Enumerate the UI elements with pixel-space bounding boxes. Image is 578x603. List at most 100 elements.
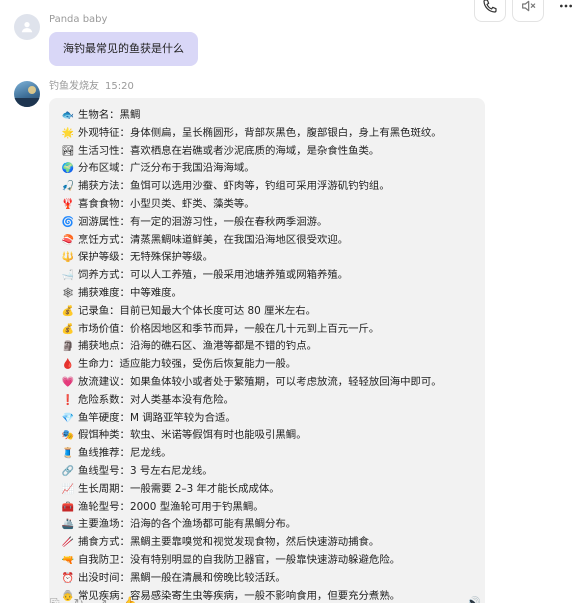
answer-line: 💗 放流建议：如果鱼体较小或者处于繁殖期，可以考虑放流，轻轻放回海中即可。: [61, 374, 475, 392]
line-emoji-icon: 🌟: [61, 127, 75, 139]
refresh-icon[interactable]: ↻: [74, 596, 84, 603]
answer-line: 🔗 鱼线型号：3 号左右尼龙线。: [61, 463, 475, 481]
answer-line: 🛁 饲养方式：可以人工养殖，一般采用池塘养殖或网箱养殖。: [61, 267, 475, 285]
answer-line: 🥢 捕食方式：黑鲷主要靠嗅觉和视觉发现食物，然后快速游动捕食。: [61, 534, 475, 552]
line-text: 生物名：黑鲷: [78, 109, 141, 121]
answer-line: 🔫 自我防卫：没有特别明显的自我防卫器官，一般靠快速游动躲避危险。: [61, 552, 475, 570]
line-emoji-icon: 🐟: [61, 110, 75, 121]
line-text: 假饵种类：软虫、米诺等假饵有时也能吸引黑鲷。: [78, 429, 307, 442]
line-text: 生命力：适应能力较强，受伤后恢复能力一般。: [78, 358, 297, 371]
avatar-sun: [28, 86, 36, 94]
user-message-block: Panda baby 海钓最常见的鱼获是什么: [49, 14, 198, 66]
line-text: 烹饪方式：清蒸黑鲷味道鲜美，在我国沿海地区很受欢迎。: [78, 233, 349, 246]
line-text: 外观特征：身体侧扁，呈长椭圆形，背部灰黑色，腹部银白，身上有黑色斑纹。: [78, 126, 442, 139]
message-toolbar: ⎘ ↻ ↗ 👍: [50, 596, 137, 603]
user-message-bubble: 海钓最常见的鱼获是什么: [49, 32, 198, 66]
answer-line: 🐟 生物名：黑鲷: [61, 107, 475, 125]
answer-line: 🦞 喜食食物：小型贝类、虾类、藻类等。: [61, 196, 475, 214]
bot-message-block: 钓鱼发烧友 15:20 🐟 生物名：黑鲷 🌟 外观特征：身体侧扁，呈长椭圆形，背部灰黑色…: [49, 81, 485, 603]
answer-line: 📈 生长周期：一般需要 2–3 年才能长成成体。: [61, 481, 475, 499]
user-icon: [21, 22, 33, 33]
line-text: 鱼线推荐：尼龙线。: [78, 447, 172, 460]
answer-line: 🎣 捕获方法：鱼饵可以选用沙蚕、虾肉等，钓组可采用浮游矶钓钓组。: [61, 178, 475, 196]
mute-icon: [522, 0, 536, 12]
answer-line: 🌍 分布区域：广泛分布于我国沿海海域。: [61, 160, 475, 178]
header-actions: [474, 0, 578, 22]
line-emoji-icon: 🍣: [61, 234, 75, 246]
line-emoji-icon: 🎭: [61, 430, 75, 442]
line-emoji-icon: 🔗: [61, 465, 75, 477]
answer-line: 🌟 外观特征：身体侧扁，呈长椭圆形，背部灰黑色，腹部银白，身上有黑色斑纹。: [61, 125, 475, 143]
line-emoji-icon: ❗: [61, 394, 75, 406]
more-icon: [560, 4, 572, 8]
user-message-row: Panda baby 海钓最常见的鱼获是什么: [14, 14, 198, 66]
phone-icon: [483, 0, 497, 13]
bot-avatar[interactable]: [14, 81, 40, 107]
line-text: 自我防卫：没有特别明显的自我防卫器官，一般靠快速游动躲避危险。: [78, 553, 401, 566]
line-emoji-icon: 🗿: [61, 341, 75, 353]
answer-line: 🌀 洄游属性：有一定的洄游习性，一般在春秋两季洄游。: [61, 214, 475, 232]
line-emoji-icon: 🔫: [61, 554, 75, 566]
line-emoji-icon: 🏞: [61, 145, 75, 157]
share-icon[interactable]: ↗: [98, 596, 108, 603]
line-emoji-icon: 🦞: [61, 198, 75, 210]
call-button[interactable]: [474, 0, 506, 22]
line-text: 渔轮型号：2000 型渔轮可用于钓黑鲷。: [78, 500, 264, 513]
like-icon[interactable]: 👍: [122, 596, 137, 603]
line-emoji-icon: 🥢: [61, 537, 75, 549]
line-emoji-icon: 💎: [61, 412, 75, 424]
line-emoji-icon: 💗: [61, 376, 75, 388]
line-text: 捕食方式：黑鲷主要靠嗅觉和视觉发现食物，然后快速游动捕食。: [78, 536, 380, 549]
line-text: 鱼竿硬度：M 调路亚竿较为合适。: [78, 411, 236, 424]
answer-line: 🎭 假饵种类：软虫、米诺等假饵有时也能吸引黑鲷。: [61, 427, 475, 445]
bot-message-bubble: 🐟 生物名：黑鲷 🌟 外观特征：身体侧扁，呈长椭圆形，背部灰黑色，腹部银白，身上有黑色…: [49, 98, 485, 603]
line-emoji-icon: 📈: [61, 483, 75, 495]
line-emoji-icon: 🎣: [61, 181, 75, 193]
line-text: 主要渔场：沿海的各个渔场都可能有黑鲷分布。: [78, 518, 297, 531]
answer-line: 🚢 主要渔场：沿海的各个渔场都可能有黑鲷分布。: [61, 516, 475, 534]
speaker-icon[interactable]: 🔊: [466, 596, 481, 603]
line-text: 饲养方式：可以人工养殖，一般采用池塘养殖或网箱养殖。: [78, 269, 349, 282]
line-emoji-icon: 🌀: [61, 216, 75, 228]
line-text: 生长周期：一般需要 2–3 年才能长成成体。: [78, 482, 280, 495]
line-text: 捕获难度：中等难度。: [78, 286, 182, 299]
line-text: 保护等级：无特殊保护等级。: [78, 251, 214, 264]
copy-icon[interactable]: ⎘: [50, 596, 60, 603]
answer-line: 💰 市场价值：价格因地区和季节而异，一般在几十元到上百元一斤。: [61, 321, 475, 339]
line-text: 市场价值：价格因地区和季节而异，一般在几十元到上百元一斤。: [78, 322, 380, 335]
line-text: 分布区域：广泛分布于我国沿海海域。: [78, 162, 255, 175]
line-text: 记录鱼：目前已知最大个体长度可达 80 厘米左右。: [78, 304, 317, 317]
answer-line: 🧰 渔轮型号：2000 型渔轮可用于钓黑鲷。: [61, 499, 475, 517]
bot-meta: 钓鱼发烧友 15:20: [49, 81, 485, 95]
line-text: 喜食食物：小型贝类、虾类、藻类等。: [78, 197, 255, 210]
answer-line: 💎 鱼竿硬度：M 调路亚竿较为合适。: [61, 410, 475, 428]
user-avatar[interactable]: [14, 14, 40, 40]
avatar-sea: [14, 98, 40, 107]
line-text: 生活习性：喜欢栖息在岩礁或者沙泥底质的海域，是杂食性鱼类。: [78, 144, 380, 157]
answer-line: 💰 记录鱼：目前已知最大个体长度可达 80 厘米左右。: [61, 303, 475, 321]
bot-message-row: 钓鱼发烧友 15:20 🐟 生物名：黑鲷 🌟 外观特征：身体侧扁，呈长椭圆形，背部灰黑色…: [14, 81, 485, 603]
line-emoji-icon: ⏰: [61, 572, 75, 584]
line-emoji-icon: 💰: [61, 323, 75, 335]
more-button[interactable]: [550, 0, 578, 22]
line-text: 洄游属性：有一定的洄游习性，一般在春秋两季洄游。: [78, 215, 328, 228]
line-emoji-icon: 🧵: [61, 448, 75, 460]
line-emoji-icon: 💰: [61, 305, 75, 317]
answer-line: 🔱 保护等级：无特殊保护等级。: [61, 249, 475, 267]
answer-line: 🩸 生命力：适应能力较强，受伤后恢复能力一般。: [61, 356, 475, 374]
answer-line: 🗿 捕获地点：沿海的礁石区、渔港等都是不错的钓点。: [61, 338, 475, 356]
answer-line: 🧵 鱼线推荐：尼龙线。: [61, 445, 475, 463]
line-text: 危险系数：对人类基本没有危险。: [78, 393, 234, 406]
line-emoji-icon: 🧰: [61, 501, 75, 513]
line-emoji-icon: 🚢: [61, 519, 75, 531]
answer-line: ⏰ 出没时间：黑鲷一般在清晨和傍晚比较活跃。: [61, 570, 475, 588]
answer-line: 🍣 烹饪方式：清蒸黑鲷味道鲜美，在我国沿海地区很受欢迎。: [61, 232, 475, 250]
line-text: 捕获地点：沿海的礁石区、渔港等都是不错的钓点。: [78, 340, 317, 353]
line-text: 鱼线型号：3 号左右尼龙线。: [78, 464, 213, 477]
message-time: 15:20: [105, 81, 134, 92]
bot-name: 钓鱼发烧友: [49, 81, 99, 92]
answer-line: 🏞 生活习性：喜欢栖息在岩礁或者沙泥底质的海域，是杂食性鱼类。: [61, 143, 475, 161]
mute-button[interactable]: [512, 0, 544, 22]
line-emoji-icon: 🛁: [61, 270, 75, 282]
line-emoji-icon: 🕸: [61, 287, 75, 299]
